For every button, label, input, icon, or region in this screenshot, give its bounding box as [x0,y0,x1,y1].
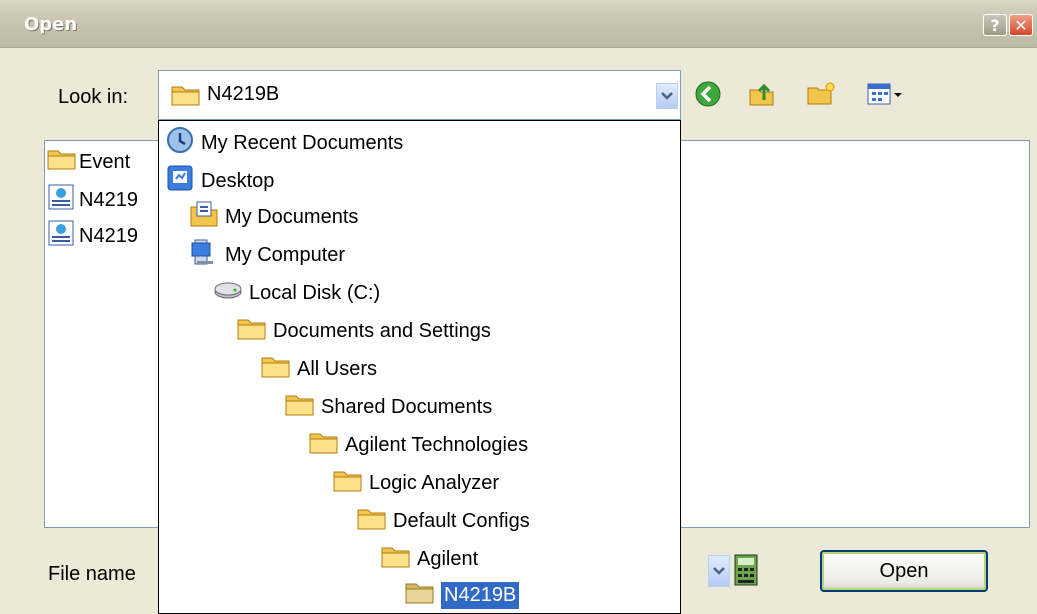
chevron-down-icon [713,562,725,580]
look-in-value: N4219B [207,83,280,105]
folder-icon [285,391,321,423]
list-item[interactable]: N4219 [47,220,138,252]
dropdown-item-label: My Recent Documents [201,131,404,154]
my-documents-icon [189,199,225,235]
folder-icon [381,543,417,575]
dropdown-item-desktop[interactable]: Desktop [165,163,274,199]
folder-icon [171,83,201,112]
open-button[interactable]: Open [820,550,988,592]
back-icon[interactable] [694,80,722,108]
dropdown-item-default-configs[interactable]: Default Configs [357,503,530,539]
view-menu-icon[interactable] [866,80,906,108]
dropdown-item-label: Logic Analyzer [369,471,500,494]
config-file-icon [47,220,79,252]
look-in-combobox[interactable]: N4219B [158,70,681,120]
up-folder-icon[interactable] [748,80,776,108]
folder-icon [47,147,79,177]
dropdown-item-shared-documents[interactable]: Shared Documents [285,389,492,425]
desktop-icon [165,163,201,199]
file-name: Event [79,150,131,173]
chevron-down-icon [661,87,673,105]
dropdown-item-n4219b[interactable]: N4219B [405,577,520,613]
folder-icon [261,353,297,385]
close-icon: ✕ [1014,16,1028,35]
calculator-icon[interactable] [734,554,758,591]
dropdown-item-label: All Users [297,357,378,380]
my-computer-icon [189,237,225,273]
folder-icon [309,429,345,461]
disk-icon [213,275,249,311]
recent-documents-icon [165,125,201,161]
look-in-label: Look in: [58,86,129,108]
folder-icon [405,579,441,611]
file-name-label: File name [48,563,136,585]
dropdown-item-label: Shared Documents [321,395,493,418]
dropdown-item-label: N4219B [441,581,520,609]
dropdown-item-recent-documents[interactable]: My Recent Documents [165,125,403,161]
dropdown-item-label: Documents and Settings [273,319,491,342]
file-name: N4219 [79,188,138,211]
file-name: N4219 [79,224,138,247]
close-button[interactable]: ✕ [1009,14,1033,36]
dropdown-item-label: Default Configs [393,509,530,532]
look-in-dropdown-button[interactable] [656,83,678,109]
dropdown-item-label: Local Disk (C:) [249,281,381,304]
dropdown-item-documents-and-settings[interactable]: Documents and Settings [237,313,491,349]
dropdown-item-label: Agilent Technologies [345,433,529,456]
dropdown-item-my-documents[interactable]: My Documents [189,199,358,235]
dropdown-item-agilent[interactable]: Agilent [381,541,478,577]
dropdown-item-label: My Documents [225,205,359,228]
dropdown-item-local-disk[interactable]: Local Disk (C:) [213,275,380,311]
list-item[interactable]: N4219 [47,184,138,216]
dropdown-item-my-computer[interactable]: My Computer [189,237,345,273]
list-item[interactable]: Event [47,147,130,177]
file-name-dropdown-button[interactable] [708,555,730,587]
dropdown-item-logic-analyzer[interactable]: Logic Analyzer [333,465,499,501]
folder-icon [237,315,273,347]
look-in-dropdown-list[interactable]: My Recent Documents Desktop My Documents… [158,120,681,614]
help-icon: ? [990,16,1000,35]
help-button[interactable]: ? [983,14,1007,36]
title-bar: Open ? ✕ [0,0,1037,48]
dropdown-item-all-users[interactable]: All Users [261,351,377,387]
dropdown-item-label: Desktop [201,169,275,192]
new-folder-icon[interactable] [806,80,835,108]
dropdown-item-label: Agilent [417,547,479,570]
dropdown-item-label: My Computer [225,243,346,266]
folder-icon [333,467,369,499]
config-file-icon [47,184,79,216]
folder-icon [357,505,393,537]
dropdown-item-agilent-technologies[interactable]: Agilent Technologies [309,427,528,463]
window-title: Open [24,14,78,35]
